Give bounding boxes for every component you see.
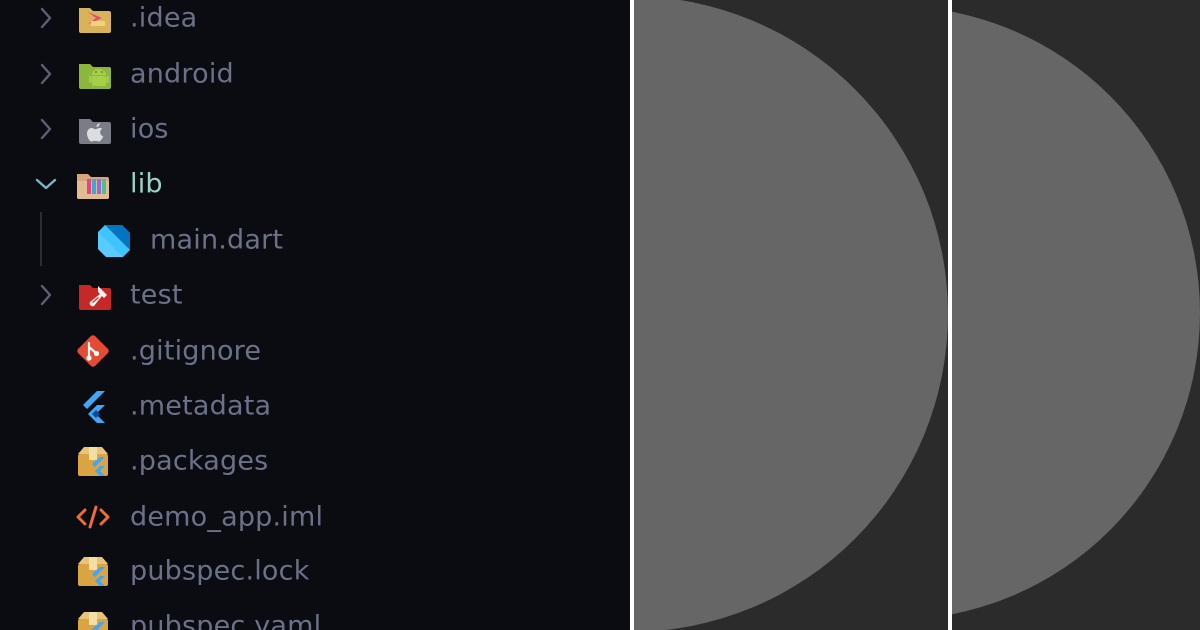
tree-item-demo-app-iml[interactable]: demo_app.iml [0, 490, 630, 544]
tree-item-pubspec-yaml[interactable]: pubspec.yaml [0, 599, 630, 630]
tree-item-label: ios [130, 113, 169, 145]
chevron-right-icon[interactable] [34, 62, 58, 86]
chevron-right-icon[interactable] [34, 6, 58, 30]
idea-folder-icon [76, 0, 114, 37]
git-icon [74, 332, 112, 370]
tree-item-main-dart[interactable]: main.dart [0, 213, 630, 267]
tree-item-pubspec-lock[interactable]: pubspec.lock [0, 544, 630, 598]
tree-item-label: android [130, 58, 234, 90]
tree-item-label: pubspec.yaml [130, 610, 322, 630]
package-icon [74, 607, 112, 630]
tree-item-label: .packages [130, 445, 269, 477]
tree-item-idea[interactable]: .idea [0, 0, 630, 45]
package-icon [74, 552, 112, 590]
tree-item-android[interactable]: android [0, 47, 630, 101]
file-explorer: .idea android ios lib main.dart test .gi… [0, 0, 630, 630]
flutter-icon [76, 387, 114, 425]
tree-item-label: .gitignore [130, 335, 262, 367]
tree-item-label: .idea [130, 2, 198, 34]
tree-item-ios[interactable]: ios [0, 102, 630, 156]
tree-item-packages[interactable]: .packages [0, 434, 630, 488]
dart-file-icon [95, 221, 133, 259]
tree-item-gitignore[interactable]: .gitignore [0, 324, 630, 378]
tree-item-label: demo_app.iml [130, 501, 324, 533]
tree-item-lib[interactable]: lib [0, 157, 630, 211]
package-icon [74, 442, 112, 480]
decor-panel-right [952, 0, 1200, 630]
xml-code-icon [74, 498, 112, 536]
test-folder-icon [76, 276, 114, 314]
chevron-right-icon[interactable] [34, 283, 58, 307]
half-disc-shape [634, 0, 948, 630]
screenshot: .idea android ios lib main.dart test .gi… [0, 0, 1200, 630]
tree-item-label: lib [130, 168, 163, 200]
tree-item-label: .metadata [130, 390, 272, 422]
tree-item-label: test [130, 279, 183, 311]
tree-item-metadata[interactable]: .metadata [0, 379, 630, 433]
decor-panel-left [634, 0, 948, 630]
chevron-down-icon[interactable] [34, 172, 58, 196]
lib-folder-icon [74, 165, 112, 203]
tree-item-label: pubspec.lock [130, 555, 310, 587]
tree-item-label: main.dart [150, 224, 284, 256]
half-disc-shape [952, 6, 1200, 620]
apple-folder-icon [76, 110, 114, 148]
tree-item-test[interactable]: test [0, 268, 630, 322]
chevron-right-icon[interactable] [34, 117, 58, 141]
android-folder-icon [76, 55, 114, 93]
